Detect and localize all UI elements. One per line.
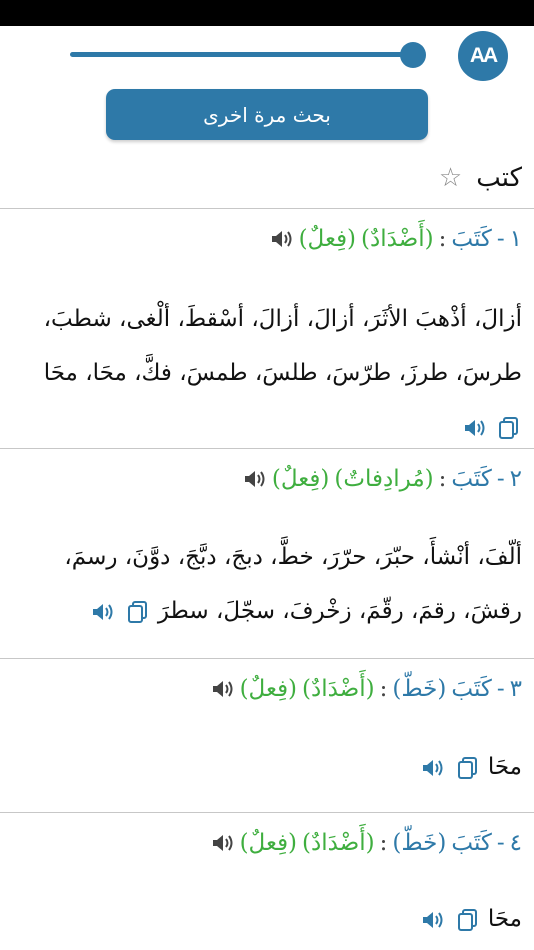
status-bar <box>0 0 534 26</box>
entry-header-2: ٢ - كَتَبَ : (مُرادِفاتٌ) (فِعلٌ) <box>243 466 522 492</box>
search-again-button[interactable]: بحث مرة اخرى <box>106 89 428 140</box>
divider <box>0 812 534 813</box>
speaker-icon[interactable] <box>421 909 445 931</box>
speaker-icon[interactable] <box>91 601 115 623</box>
synonym-text: أزالَ، أذْهبَ الأثَرَ، أزالَ، أزالَ، أسْ… <box>43 306 522 386</box>
speaker-icon[interactable] <box>211 678 235 700</box>
copy-icon[interactable] <box>498 416 520 440</box>
entry-pos: (فِعلٌ) <box>239 830 298 856</box>
entry-word: كَتَبَ <box>451 226 492 252</box>
entry-type: (أَضْدَادٌ) <box>302 676 375 702</box>
divider <box>0 208 534 209</box>
entry-word: كَتَبَ <box>451 830 492 856</box>
entry-header-3: ٣ - كَتَبَ (خَطّ) : (أَضْدَادٌ) (فِعلٌ) <box>211 676 522 702</box>
synonym-list-1: أزالَ، أذْهبَ الأثَرَ، أزالَ، أزالَ، أسْ… <box>12 292 522 454</box>
entry-number: ٢ <box>509 466 522 492</box>
entry-number: ٣ <box>509 676 522 702</box>
synonym-text: محَا <box>487 906 522 932</box>
divider <box>0 658 534 659</box>
speaker-icon[interactable] <box>421 757 445 779</box>
divider <box>0 448 534 449</box>
entry-word-variant: (خَطّ) <box>392 830 447 856</box>
entry-word-variant: (خَطّ) <box>392 676 447 702</box>
entry-pos: (فِعلٌ) <box>239 676 298 702</box>
speaker-icon[interactable] <box>463 417 487 439</box>
speaker-icon[interactable] <box>211 832 235 854</box>
entry-pos: (فِعلٌ) <box>271 466 330 492</box>
entry-word: كَتَبَ <box>451 466 492 492</box>
query-row: كتب ☆ <box>439 158 522 198</box>
copy-icon[interactable] <box>457 908 479 932</box>
entry-number: ١ <box>509 226 522 252</box>
entry-type: (مُرادِفاتٌ) <box>334 466 434 492</box>
entry-type: (أَضْدَادٌ) <box>302 830 375 856</box>
speaker-icon[interactable] <box>243 468 267 490</box>
star-icon[interactable]: ☆ <box>439 163 462 193</box>
synonym-text: محَا <box>487 754 522 780</box>
entry-pos: (فِعلٌ) <box>298 226 357 252</box>
entry-type: (أَضْدَادٌ) <box>361 226 434 252</box>
synonym-list-3: محَا <box>12 740 522 794</box>
font-size-slider[interactable] <box>70 52 415 57</box>
speaker-icon[interactable] <box>270 228 294 250</box>
entry-header-1: ١ - كَتَبَ : (أَضْدَادٌ) (فِعلٌ) <box>270 226 522 252</box>
entry-word: كَتَبَ <box>451 676 492 702</box>
entry-number: ٤ <box>509 830 522 856</box>
entry-header-4: ٤ - كَتَبَ (خَطّ) : (أَضْدَادٌ) (فِعلٌ) <box>211 830 522 856</box>
font-size-button[interactable]: AA <box>458 31 508 81</box>
synonym-list-4: محَا <box>12 892 522 946</box>
font-size-slider-thumb[interactable] <box>400 42 426 68</box>
synonym-list-2: ألّفَ، أنْشأَ، حبّرَ، حرّرَ، خطَّ، دبجَ،… <box>12 530 522 638</box>
query-word: كتب <box>476 163 522 193</box>
copy-icon[interactable] <box>457 756 479 780</box>
copy-icon[interactable] <box>127 600 149 624</box>
